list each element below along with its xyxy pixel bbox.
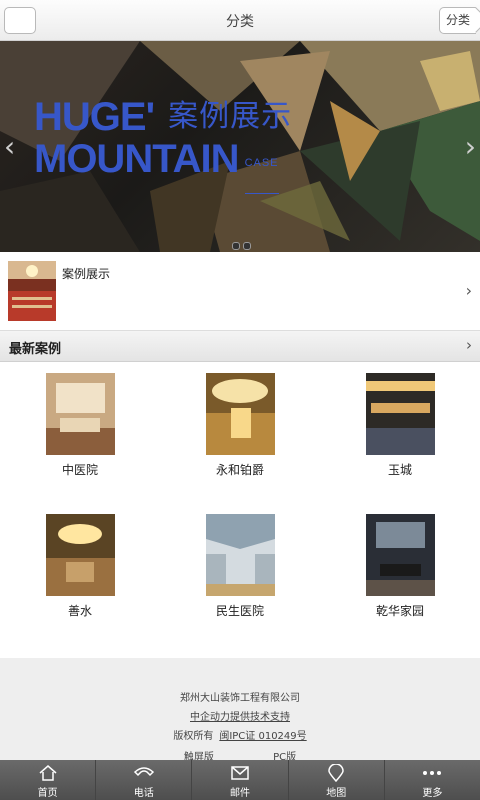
- banner-next-arrow-icon[interactable]: ›: [465, 133, 476, 161]
- banner-case-label: CASE: [244, 141, 279, 194]
- carousel-dot[interactable]: [232, 242, 240, 250]
- home-icon: [39, 765, 57, 781]
- case-photo: [205, 514, 275, 596]
- case-tile[interactable]: 乾华家园: [320, 503, 480, 619]
- mail-icon: [231, 766, 249, 780]
- section-title: 最新案例: [9, 342, 62, 357]
- case-tile[interactable]: 民生医院: [160, 503, 320, 619]
- case-tile[interactable]: 中医院: [0, 362, 160, 478]
- case-name: 中医院: [61, 463, 98, 477]
- footer: 郑州大山装饰工程有限公司 中企动力提供技术支持 版权所有 闽IPC证 010249…: [0, 658, 480, 763]
- case-photo: [45, 514, 115, 596]
- carousel-indicators: [232, 242, 251, 250]
- map-pin-icon: [328, 764, 344, 782]
- banner-cn-title: 案例展示: [168, 100, 293, 133]
- tab-label: 地图: [326, 788, 347, 799]
- case-tile[interactable]: 玉城: [320, 362, 480, 478]
- tech-support-link[interactable]: 中企动力提供技术支持: [0, 708, 480, 723]
- chevron-right-icon: ›: [465, 281, 472, 300]
- featured-case-row[interactable]: 案例展示 ›: [0, 253, 480, 331]
- tab-label: 邮件: [230, 788, 250, 799]
- case-photo: [365, 373, 435, 455]
- banner-prev-arrow-icon[interactable]: ‹: [4, 133, 15, 161]
- featured-case-thumbnail: [8, 261, 56, 321]
- tab-label: 电话: [133, 788, 154, 799]
- case-name: 民生医院: [215, 604, 264, 618]
- tab-phone[interactable]: 电话: [96, 760, 193, 800]
- case-photo: [205, 373, 275, 455]
- category-button-label: 分类: [445, 13, 470, 27]
- top-bar: 分类 分类: [0, 0, 480, 41]
- carousel-dot[interactable]: [243, 242, 251, 250]
- company-name: 郑州大山装饰工程有限公司: [180, 693, 300, 704]
- tab-more[interactable]: 更多: [385, 760, 480, 800]
- bottom-tab-bar: 首页 电话 邮件 地图 更多: [0, 760, 480, 800]
- tab-label: 首页: [37, 788, 58, 799]
- case-tile[interactable]: 永和铂爵: [160, 362, 320, 478]
- banner-title: HUGE' 案例展示 MOUNTAIN CASE: [34, 97, 292, 194]
- case-photo: [365, 514, 435, 596]
- banner-word-huge: HUGE': [34, 95, 155, 139]
- case-name: 永和铂爵: [215, 463, 264, 477]
- tab-label: 更多: [422, 788, 443, 799]
- chevron-right-icon: ›: [466, 336, 472, 354]
- category-button[interactable]: 分类: [439, 7, 476, 34]
- tab-home[interactable]: 首页: [0, 760, 97, 800]
- tab-map[interactable]: 地图: [289, 760, 385, 800]
- banner-carousel[interactable]: HUGE' 案例展示 MOUNTAIN CASE ‹ ›: [0, 41, 480, 252]
- copyright-line: 版权所有 闽IPC证 010249号: [0, 727, 480, 742]
- latest-cases-header[interactable]: 最新案例 ›: [0, 331, 480, 362]
- case-name: 善水: [67, 604, 92, 618]
- case-name: 乾华家园: [375, 604, 424, 618]
- case-photo: [45, 373, 115, 455]
- phone-icon: [133, 767, 154, 777]
- more-icon: [423, 771, 442, 775]
- icp-link[interactable]: 闽IPC证 010249号: [219, 731, 306, 742]
- case-name: 玉城: [387, 463, 412, 477]
- tab-mail[interactable]: 邮件: [192, 760, 289, 800]
- page-title: 分类: [226, 14, 254, 30]
- case-tile[interactable]: 善水: [0, 503, 160, 619]
- banner-word-mountain: MOUNTAIN: [34, 137, 240, 181]
- copyright-text: 版权所有: [173, 731, 214, 742]
- featured-case-label: 案例展示: [62, 267, 111, 281]
